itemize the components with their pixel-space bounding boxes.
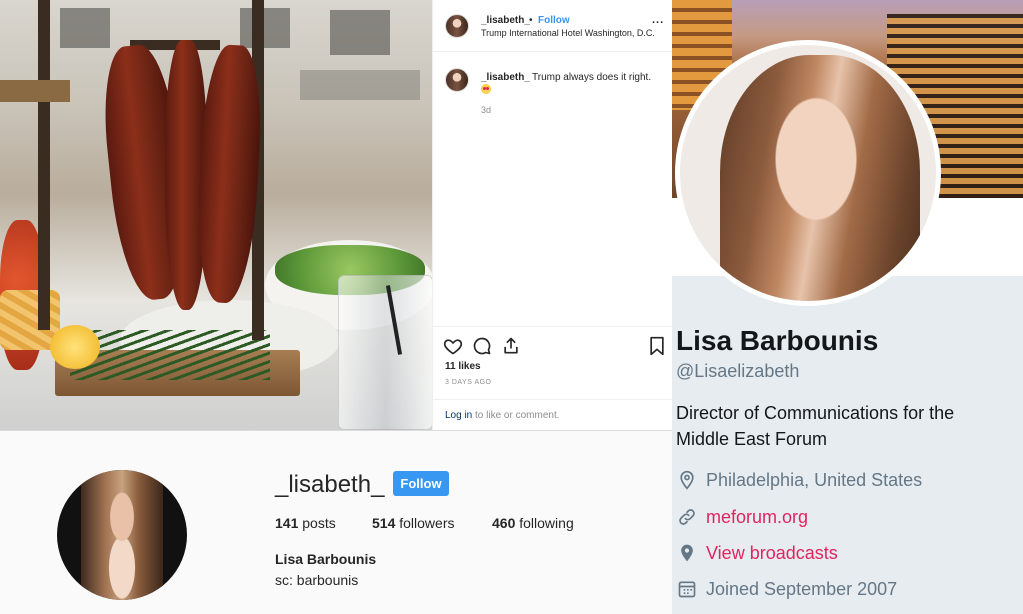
website-link[interactable]: meforum.org: [706, 507, 808, 528]
post-sidebar: _lisabeth_ • Follow Trump International …: [432, 0, 673, 430]
caption-time: 3d: [481, 105, 492, 115]
share-icon[interactable]: [500, 335, 522, 357]
joined-date: Joined September 2007: [706, 578, 898, 599]
heart-eyes-emoji-icon: [481, 84, 491, 94]
link-icon: [676, 506, 698, 528]
location-row: Philadelphia, United States: [676, 469, 922, 491]
location-text: Philadelphia, United States: [706, 469, 923, 490]
post-photo[interactable]: [0, 0, 432, 430]
posts-count: 141: [275, 515, 299, 531]
twitter-avatar[interactable]: [675, 40, 941, 306]
profile-avatar[interactable]: [57, 470, 187, 600]
more-options-icon[interactable]: ...: [652, 14, 664, 26]
profile-bio: sc: barbounis: [275, 572, 359, 588]
post-location[interactable]: Trump International Hotel Washington, D.…: [481, 28, 655, 38]
post-author-avatar[interactable]: [445, 14, 469, 38]
post-header: _lisabeth_ • Follow Trump International …: [433, 0, 673, 52]
likes-count[interactable]: 11 likes: [445, 361, 481, 372]
broadcasts-row: View broadcasts: [676, 542, 838, 564]
following-label: following: [515, 515, 574, 531]
posts-stat[interactable]: 141 posts: [275, 515, 336, 531]
joined-row: Joined September 2007: [676, 578, 897, 600]
heart-icon[interactable]: [442, 335, 464, 357]
following-stat[interactable]: 460 following: [492, 515, 574, 531]
broadcasts-link[interactable]: View broadcasts: [706, 543, 838, 564]
post-follow-link[interactable]: Follow: [538, 15, 570, 26]
post-actions: 11 likes 3 DAYS AGO Log in to like or co…: [433, 326, 673, 430]
following-count: 460: [492, 515, 516, 531]
website-row: meforum.org: [676, 506, 808, 528]
profile-full-name: Lisa Barbounis: [275, 551, 377, 567]
comment-icon[interactable]: [471, 335, 493, 357]
separator-dot: •: [529, 15, 533, 26]
followers-count: 514: [372, 515, 396, 531]
follow-button[interactable]: Follow: [393, 471, 449, 496]
map-marker-icon: [676, 542, 698, 564]
caption-text: Trump always does it right.: [532, 72, 652, 83]
calendar-icon: [676, 578, 698, 600]
login-link[interactable]: Log in: [445, 410, 472, 421]
bookmark-icon[interactable]: [646, 335, 668, 357]
twitter-profile: Lisa Barbounis @Lisaelizabeth Director o…: [672, 0, 1023, 614]
login-prompt-text: to like or comment.: [472, 410, 560, 421]
followers-stat[interactable]: 514 followers: [372, 515, 455, 531]
instagram-profile-header: _lisabeth_ Follow 141 posts 514 follower…: [0, 430, 672, 614]
followers-label: followers: [395, 515, 455, 531]
caption-author-avatar[interactable]: [445, 68, 469, 92]
twitter-display-name: Lisa Barbounis: [676, 325, 879, 356]
posts-label: posts: [298, 515, 336, 531]
post-date: 3 DAYS AGO: [445, 379, 492, 386]
login-prompt: Log in to like or comment.: [433, 399, 673, 431]
post-author-username[interactable]: _lisabeth_: [481, 15, 530, 26]
profile-username: _lisabeth_: [275, 471, 385, 498]
twitter-handle: @Lisaelizabeth: [676, 361, 800, 381]
caption-username[interactable]: _lisabeth_: [481, 72, 530, 83]
twitter-bio: Director of Communications for the Middl…: [676, 403, 955, 449]
location-pin-icon: [676, 469, 698, 491]
